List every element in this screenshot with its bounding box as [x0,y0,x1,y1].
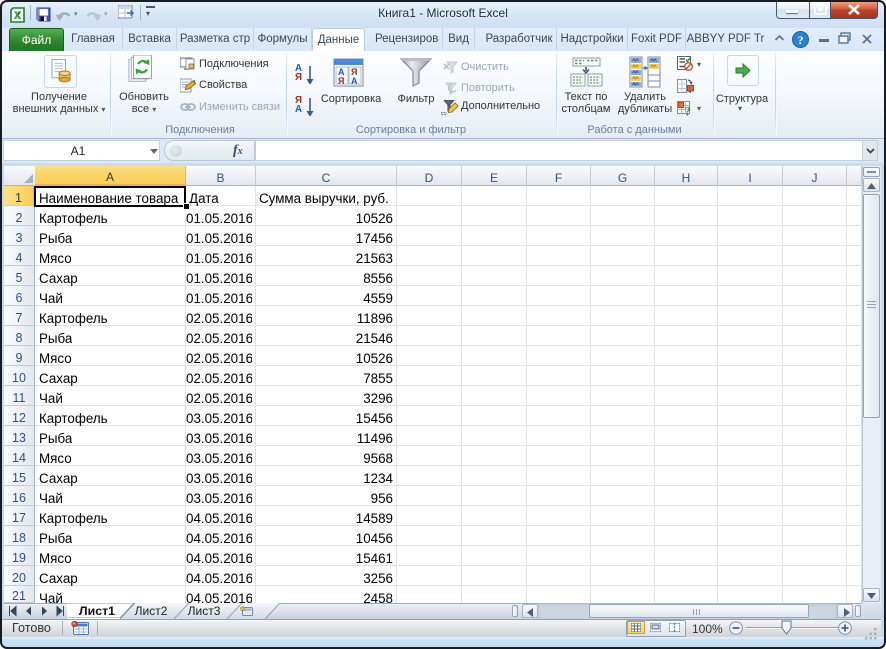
svg-text:?: ? [798,33,804,47]
svg-text:А: А [351,76,358,86]
svg-text:Я: Я [338,76,344,86]
svg-text:?: ? [685,104,692,117]
